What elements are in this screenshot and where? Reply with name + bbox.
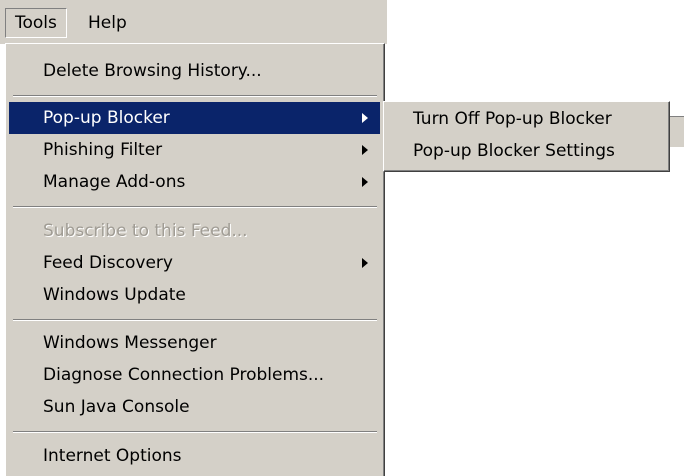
menu-item-feed-discovery[interactable]: Feed Discovery bbox=[9, 247, 380, 279]
menu-separator bbox=[13, 95, 377, 97]
menu-item-label: Manage Add-ons bbox=[43, 172, 186, 192]
menu-item-manage-add-ons[interactable]: Manage Add-ons bbox=[9, 166, 380, 198]
submenu-item-turn-off-popup-blocker[interactable]: Turn Off Pop-up Blocker bbox=[387, 104, 665, 134]
menu-item-label: Feed Discovery bbox=[43, 253, 173, 273]
submenu-arrow-icon bbox=[362, 113, 368, 123]
menu-item-label: Pop-up Blocker bbox=[43, 108, 170, 128]
menu-separator bbox=[13, 206, 377, 208]
menubar-tools[interactable]: Tools bbox=[5, 8, 67, 38]
menu-item-windows-update[interactable]: Windows Update bbox=[9, 279, 380, 311]
tools-menu: Delete Browsing History... Pop-up Blocke… bbox=[5, 43, 385, 476]
menu-item-diagnose-connection-problems[interactable]: Diagnose Connection Problems... bbox=[9, 359, 380, 391]
menu-item-phishing-filter[interactable]: Phishing Filter bbox=[9, 134, 380, 166]
submenu-arrow-icon bbox=[362, 177, 368, 187]
submenu-item-popup-blocker-settings[interactable]: Pop-up Blocker Settings bbox=[387, 136, 665, 166]
menu-item-delete-browsing-history[interactable]: Delete Browsing History... bbox=[9, 55, 380, 87]
menu-bar: Tools Help bbox=[0, 0, 387, 44]
menu-separator bbox=[13, 431, 377, 433]
menu-item-internet-options[interactable]: Internet Options bbox=[9, 440, 380, 472]
popup-blocker-submenu: Turn Off Pop-up Blocker Pop-up Blocker S… bbox=[383, 101, 670, 172]
menubar-help[interactable]: Help bbox=[79, 8, 136, 38]
submenu-arrow-icon bbox=[362, 145, 368, 155]
menu-item-popup-blocker[interactable]: Pop-up Blocker bbox=[9, 102, 380, 134]
menu-item-label: Phishing Filter bbox=[43, 140, 163, 160]
menu-item-sun-java-console[interactable]: Sun Java Console bbox=[9, 391, 380, 423]
menu-item-subscribe-to-feed: Subscribe to this Feed... bbox=[43, 221, 248, 241]
menu-item-windows-messenger[interactable]: Windows Messenger bbox=[9, 327, 380, 359]
submenu-arrow-icon bbox=[362, 258, 368, 268]
menu-separator bbox=[13, 319, 377, 321]
